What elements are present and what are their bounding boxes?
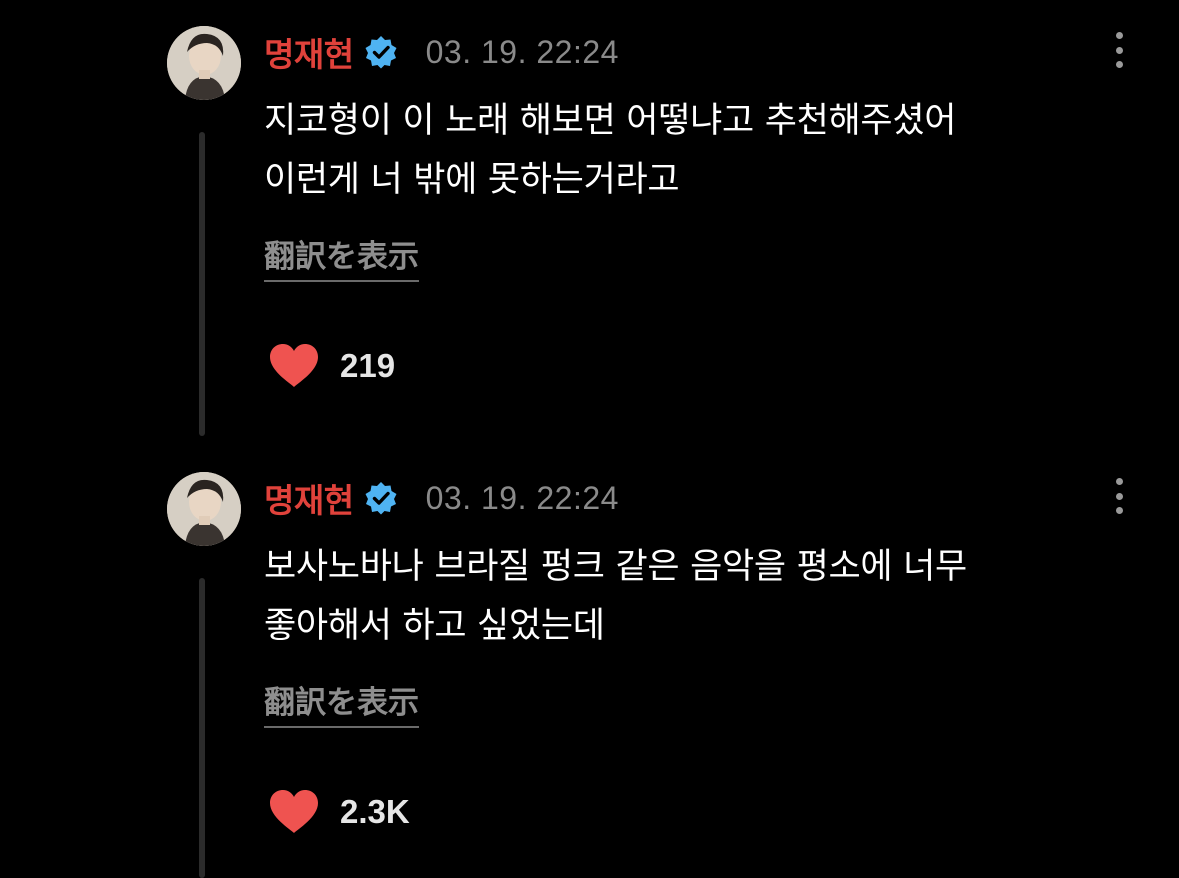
comment-text-line: 지코형이 이 노래 해보면 어떻냐고 추천해주셨어 [264,101,957,141]
comment-text-line: 좋아해서 하고 싶었는데 [264,606,605,646]
avatar[interactable] [167,472,241,546]
thread-line [199,578,205,878]
more-options-icon[interactable] [1108,30,1130,70]
timestamp: 03. 19. 22:24 [425,33,619,70]
like-button[interactable]: 2.3K [268,784,410,840]
comment-item: 명재현 03. 19. 22:24 지코형이 이 노래 해보면 어떻냐고 추천해… [0,26,1179,446]
avatar-image [167,472,241,546]
comment-item: 명재현 03. 19. 22:24 보사노바나 브라질 펑크 같은 음악을 평소… [0,472,1179,878]
heart-icon [270,344,318,387]
comment-header: 명재현 03. 19. 22:24 [264,28,619,76]
comment-text: 보사노바나 브라질 펑크 같은 음악을 평소에 너무 좋아해서 하고 싶었는데 [264,538,1144,656]
show-translation-link[interactable]: 翻訳を表示 [264,238,419,282]
verified-badge-icon [365,482,397,515]
like-count: 2.3K [340,793,410,830]
username[interactable]: 명재현 [264,28,354,76]
more-options-icon[interactable] [1108,476,1130,516]
timestamp: 03. 19. 22:24 [425,479,619,516]
show-translation-link[interactable]: 翻訳を表示 [264,684,419,728]
like-button[interactable]: 219 [268,338,395,394]
thread-line [199,132,205,436]
comment-header: 명재현 03. 19. 22:24 [264,474,619,522]
comment-text-line: 이런게 너 밖에 못하는거라고 [264,160,680,200]
comment-text: 지코형이 이 노래 해보면 어떻냐고 추천해주셨어 이런게 너 밖에 못하는거라… [264,92,1144,210]
avatar[interactable] [167,26,241,100]
avatar-image [167,26,241,100]
username[interactable]: 명재현 [264,474,354,522]
verified-badge-icon [365,36,397,69]
like-count: 219 [340,347,396,384]
comment-text-line: 보사노바나 브라질 펑크 같은 음악을 평소에 너무 [264,547,967,587]
heart-icon [270,790,318,833]
